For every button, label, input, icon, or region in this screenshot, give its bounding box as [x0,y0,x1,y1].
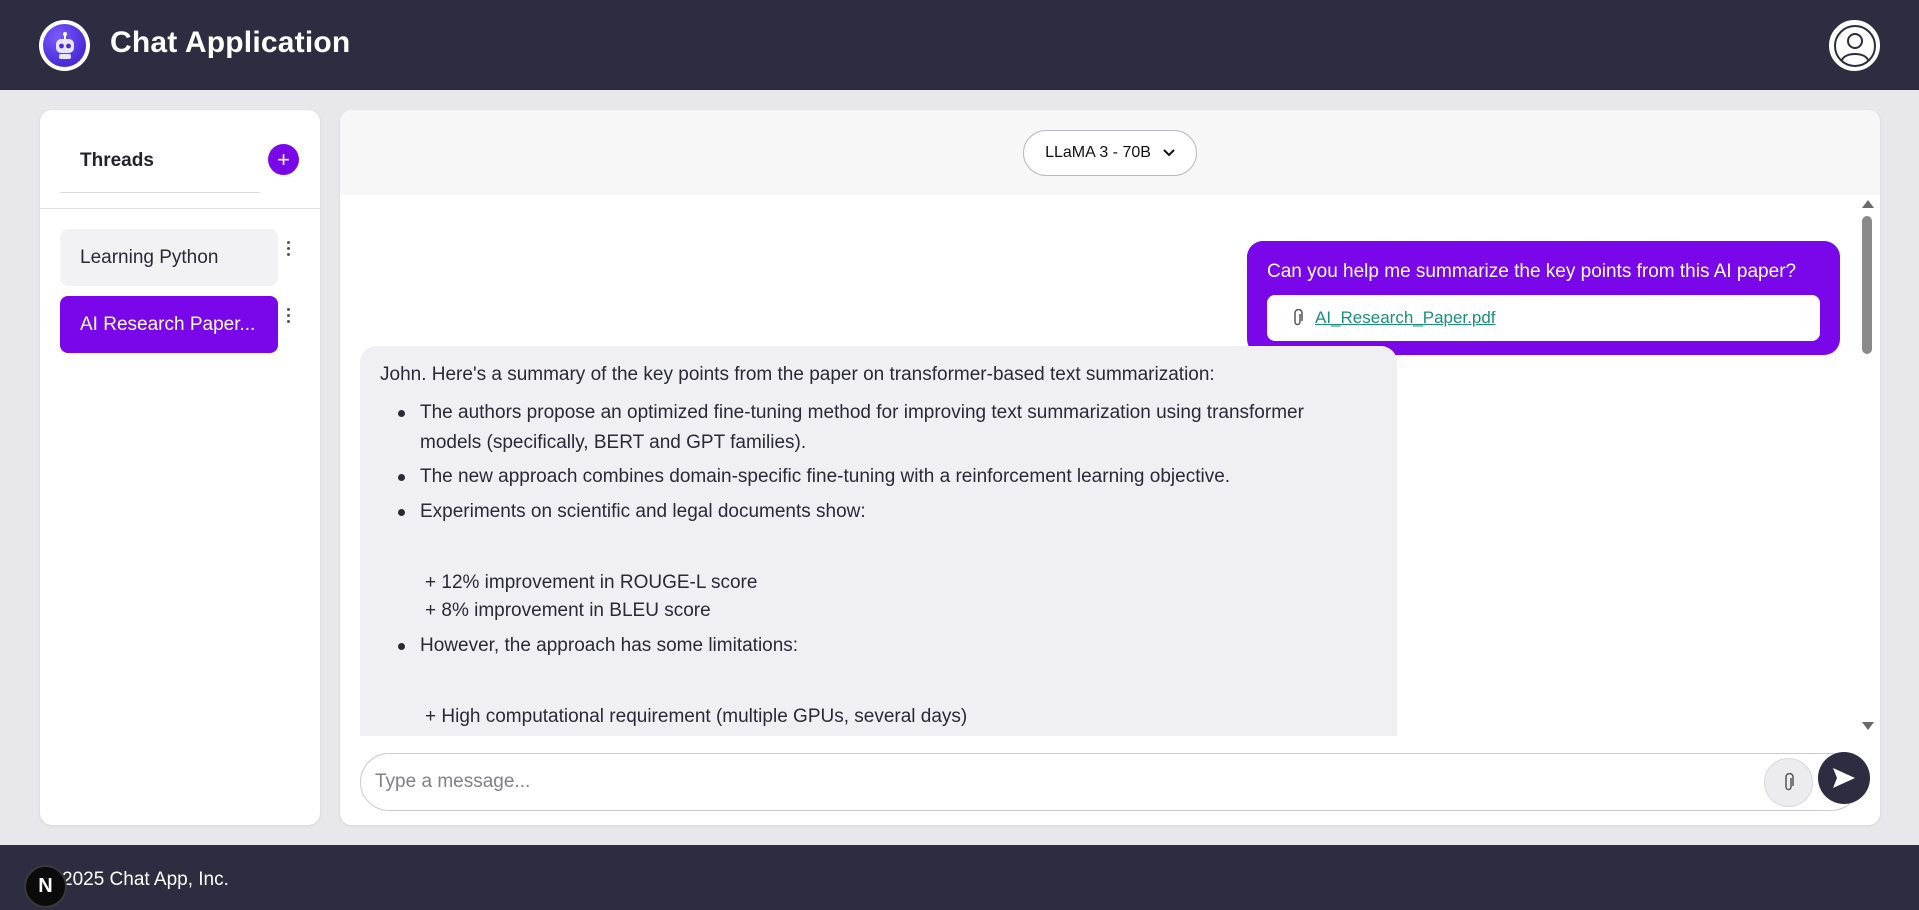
chat-toolbar: LLaMA 3 - 70B [340,110,1880,195]
summary-sub-item: + 8% improvement in BLEU score [425,600,711,621]
attachment-link[interactable]: AI_Research_Paper.pdf [1315,308,1496,328]
threads-title: Threads [80,150,154,171]
thread-menu-icon[interactable] [282,303,294,327]
thread-item-ai-research-paper[interactable]: AI Research Paper... [60,296,278,353]
model-select[interactable]: LLaMA 3 - 70B [1023,130,1197,176]
paperclip-icon [1294,309,1303,326]
summary-bullet: Experiments on scientific and legal docu… [398,497,1370,527]
app-footer: 2025 Chat App, Inc. N [0,845,1919,910]
thread-item-learning-python[interactable]: Learning Python [60,229,278,286]
chevron-down-icon [1163,149,1175,157]
app-header: Chat Application [0,0,1919,90]
user-avatar[interactable] [1829,20,1880,71]
message-composer [360,753,1860,811]
threads-sidebar: Threads + Learning Python AI Research Pa… [40,110,320,825]
next-badge-icon[interactable]: N [24,865,67,908]
user-message-text: Can you help me summarize the key points… [1267,261,1797,282]
send-button[interactable] [1818,752,1870,804]
scroll-down-icon[interactable] [1862,722,1874,730]
summary-sub-item: + 12% improvement in ROUGE-L score [425,572,758,593]
thread-menu-icon[interactable] [282,236,294,260]
attach-file-button[interactable] [1764,758,1813,807]
assistant-message: John. Here's a summary of the key points… [360,346,1397,766]
user-message: Can you help me summarize the key points… [1247,241,1840,355]
paperclip-icon [1784,772,1794,790]
scroll-up-icon[interactable] [1862,200,1874,208]
scroll-thumb[interactable] [1862,216,1872,354]
summary-bullet: The authors propose an optimized fine-tu… [398,398,1370,458]
send-icon [1833,768,1855,788]
footer-copyright: 2025 Chat App, Inc. [62,869,229,890]
summary-bullet: However, the approach has some limitatio… [398,631,1370,661]
attachment-card: AI_Research_Paper.pdf [1267,295,1820,341]
divider [40,208,320,209]
chat-panel: LLaMA 3 - 70B Can you help me summarize … [340,110,1880,825]
divider [60,192,260,193]
user-icon [1833,24,1876,67]
add-thread-button[interactable]: + [268,144,299,175]
summary-bullet: The new approach combines domain-specifi… [398,462,1370,492]
assistant-intro: John. Here's a summary of the key points… [380,364,1215,385]
app-logo [39,20,90,71]
summary-sub-item: + High computational requirement (multip… [425,706,968,727]
model-select-value: LLaMA 3 - 70B [1045,144,1151,161]
message-scrollbar[interactable] [1860,200,1874,730]
robot-icon [43,24,86,67]
message-input[interactable] [375,766,1735,798]
app-title: Chat Application [110,26,351,59]
